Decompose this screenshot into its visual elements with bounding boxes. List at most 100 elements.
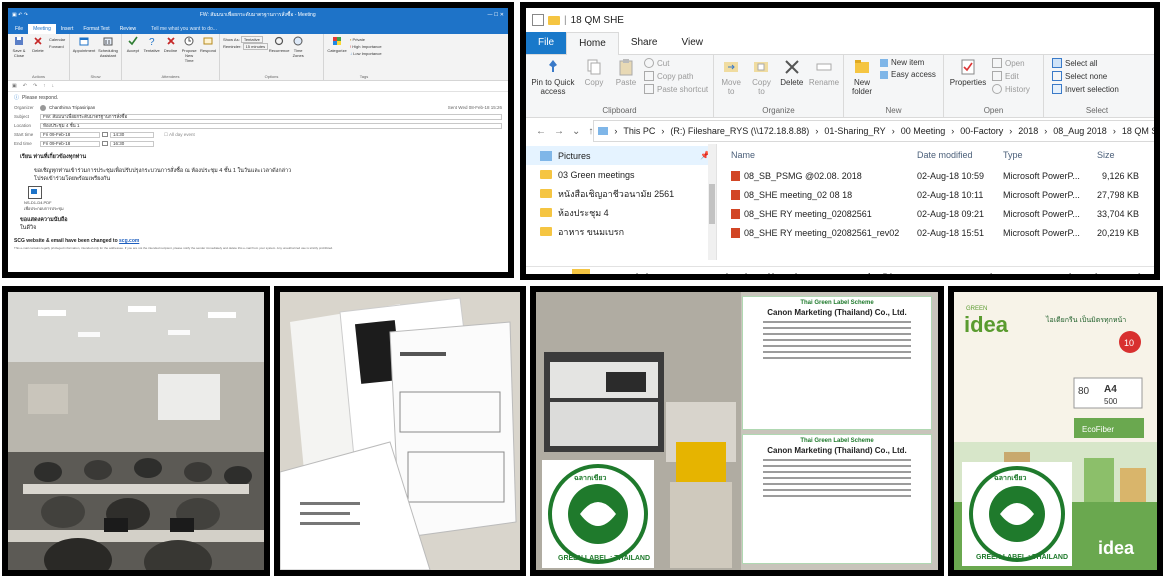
nav-item-folder[interactable]: อาหาร ขนมเบรก <box>526 222 716 241</box>
scheduling-assistant-button[interactable]: Scheduling Assistant <box>98 36 118 58</box>
pdf-attachment-icon[interactable] <box>28 186 42 199</box>
back-arrow-icon[interactable]: ← <box>536 126 546 137</box>
column-date-modified[interactable]: Date modified <box>917 150 1003 160</box>
time-zones-button[interactable]: Time Zones <box>290 36 306 58</box>
outlook-tab-file[interactable]: File <box>10 24 28 34</box>
start-date-field[interactable]: Fri 09-Feb-18 <box>40 131 100 138</box>
respond-button[interactable]: Respond <box>200 36 216 63</box>
start-time-field[interactable]: 14:30 <box>110 131 154 138</box>
column-size[interactable]: Size <box>1087 150 1149 160</box>
open-button[interactable]: Open <box>992 58 1030 68</box>
outlook-tab-review[interactable]: Review <box>115 24 141 34</box>
calendar-picker-icon[interactable] <box>102 141 108 146</box>
paste-shortcut-button[interactable]: Paste shortcut <box>644 84 708 94</box>
high-importance-button[interactable]: ! High Importance <box>350 43 382 50</box>
redo-icon[interactable]: ↷ <box>33 83 37 89</box>
up-arrow-icon[interactable]: ↑ <box>43 83 46 89</box>
delete-button[interactable]: Delete <box>30 36 46 58</box>
zoom-path-segment[interactable]: (S:) Fileshare_SB$ (\\172.18.8.55) <box>722 271 996 275</box>
tab-share[interactable]: Share <box>619 32 670 54</box>
tentative-button[interactable]: ? Tentative <box>144 36 160 63</box>
path-segment[interactable]: 2018 <box>1018 126 1038 136</box>
copy-path-button[interactable]: Copy path <box>644 71 708 81</box>
path-segment[interactable]: 18 QM SHE <box>1122 126 1154 136</box>
recurrence-button[interactable]: Recurrence <box>269 36 290 58</box>
tab-file[interactable]: File <box>526 32 567 54</box>
cut-button[interactable]: Cut <box>644 58 708 68</box>
paste-button[interactable]: Paste <box>612 58 640 87</box>
tab-view[interactable]: View <box>670 32 716 54</box>
file-row[interactable]: 08_SB_PSMG @02.08. 2018 02-Aug-18 10:59 Mi… <box>717 166 1154 185</box>
outlook-quick-access[interactable]: ▣ ↶ ↷ <box>12 12 28 18</box>
zoom-path-segment[interactable]: This PC <box>624 271 688 275</box>
zoomed-address-bar[interactable]: ›This PC ›(S:) Fileshare_SB$ (\\172.18.8… <box>526 266 1154 275</box>
meeting-body[interactable]: เรียน ท่านที่เกี่ยวข้องทุกท่าน ขอเชิญทุก… <box>8 148 508 232</box>
save-quick-icon[interactable]: ▣ <box>12 83 17 89</box>
file-row[interactable]: 08_SHE meeting_02 08 18 02-Aug-18 10:11 Mi… <box>717 185 1154 204</box>
scg-link[interactable]: scg.com <box>119 238 139 244</box>
undo-icon[interactable]: ↶ <box>23 83 27 89</box>
appointment-button[interactable]: Appointment <box>73 36 95 58</box>
select-all-button[interactable]: Select all <box>1052 58 1146 68</box>
path-segment[interactable]: This PC <box>623 126 655 136</box>
quick-access-toolbar-icon[interactable] <box>532 14 544 26</box>
file-row[interactable]: 08_SHE RY meeting_02082561_rev02 02-Aug-1… <box>717 223 1154 242</box>
recent-chevron-icon[interactable]: ⌄ <box>572 126 580 137</box>
accept-button[interactable]: Accept <box>125 36 141 63</box>
path-segment[interactable]: 08_Aug 2018 <box>1053 126 1107 136</box>
forward-button[interactable]: Forward <box>49 43 65 50</box>
low-importance-button[interactable]: ↓ Low Importance <box>350 50 382 57</box>
move-to-button[interactable]: Move to <box>718 58 744 96</box>
printer-certificate-photo: Thai Green Label Scheme Canon Marketing … <box>530 286 944 576</box>
tab-home[interactable]: Home <box>566 31 619 55</box>
outlook-tab-meeting[interactable]: Meeting <box>28 24 56 34</box>
new-item-button[interactable]: New item <box>880 58 936 67</box>
path-segment[interactable]: 00-Factory <box>960 126 1003 136</box>
nav-item-folder[interactable]: 03 Green meetings <box>526 165 716 184</box>
column-name[interactable]: Name <box>717 150 917 160</box>
subject-field[interactable]: FW: สัมมนาเพื่อยกระดับมาตรฐานการสั่งซื้อ <box>40 113 502 120</box>
categorize-button[interactable]: Categorize <box>327 36 347 57</box>
copy-button[interactable]: Copy <box>580 58 608 87</box>
location-field[interactable]: ห้องประชุม 4 ชั้น 1 <box>40 122 502 129</box>
path-segment[interactable]: (R:) Fileshare_RYS (\\172.18.8.88) <box>670 126 809 136</box>
select-none-button[interactable]: Select none <box>1052 71 1146 81</box>
end-date-field[interactable]: Fri 09-Feb-18 <box>40 140 100 147</box>
nav-item-folder[interactable]: ห้องประชุม 4 <box>526 203 716 222</box>
outlook-tab-format-text[interactable]: Format Text <box>78 24 114 34</box>
zoom-path-segment[interactable]: 01-Sharing_sb <box>1030 271 1147 275</box>
forward-arrow-icon[interactable]: → <box>554 126 564 137</box>
invert-selection-button[interactable]: Invert selection <box>1052 84 1146 94</box>
properties-button[interactable]: Properties <box>948 58 988 87</box>
calendar-picker-icon[interactable] <box>102 132 108 137</box>
outlook-tab-insert[interactable]: Insert <box>56 24 79 34</box>
column-type[interactable]: Type <box>1003 150 1087 160</box>
address-bar[interactable]: › This PC › (R:) Fileshare_RYS (\\172.18.8… <box>593 120 1154 142</box>
edit-button[interactable]: Edit <box>992 71 1030 81</box>
history-button[interactable]: History <box>992 84 1030 94</box>
reminder-select[interactable]: 15 minutes <box>242 43 269 50</box>
pin-quick-access-button[interactable]: Pin to Quick access <box>530 58 576 96</box>
show-as-select[interactable]: Tentative <box>240 36 263 43</box>
nav-item-pictures[interactable]: Pictures 📌 <box>526 146 716 165</box>
calendar-button[interactable]: Calendar <box>49 36 65 43</box>
outlook-window-controls[interactable]: — ☐ ✕ <box>488 12 504 18</box>
file-row[interactable]: 08_SHE RY meeting_02082561 02-Aug-18 09:2… <box>717 204 1154 223</box>
path-segment[interactable]: 01-Sharing_RY <box>824 126 885 136</box>
private-button[interactable]: ▪ Private <box>350 36 382 43</box>
rename-button[interactable]: Rename <box>809 58 839 87</box>
all-day-checkbox[interactable]: ☐ All day event <box>164 132 195 138</box>
propose-new-time-button[interactable]: Propose New Time <box>181 36 197 63</box>
nav-item-folder[interactable]: หนังสือเชิญอาชีวอนามัย 2561 <box>526 184 716 203</box>
delete-button[interactable]: Delete <box>779 58 805 87</box>
outlook-tell-me[interactable]: Tell me what you want to do... <box>141 24 222 34</box>
nav-pane-scrollbar[interactable] <box>708 144 716 260</box>
copy-to-button[interactable]: Copy to <box>748 58 774 96</box>
save-close-button[interactable]: Save & Close <box>11 36 27 58</box>
end-time-field[interactable]: 16:30 <box>110 140 154 147</box>
down-arrow-icon[interactable]: ↓ <box>52 83 55 89</box>
new-folder-button[interactable]: New folder <box>848 58 876 96</box>
decline-button[interactable]: Decline <box>163 36 179 63</box>
easy-access-button[interactable]: Easy access <box>880 70 936 79</box>
path-segment[interactable]: 00 Meeting <box>901 126 946 136</box>
